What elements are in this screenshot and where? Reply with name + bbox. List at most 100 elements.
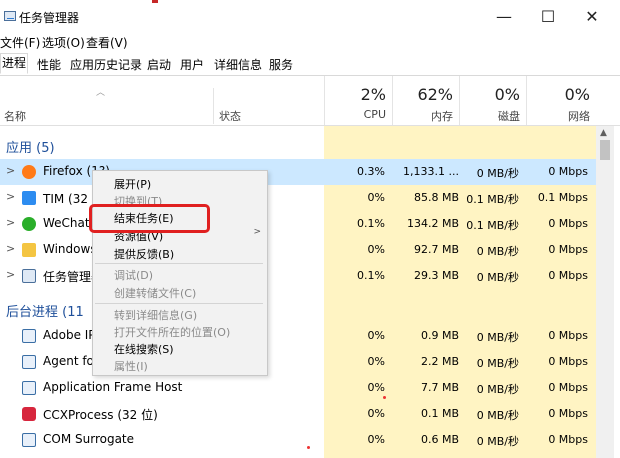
window-title: 任务管理器 xyxy=(19,11,80,25)
app-window-icon xyxy=(22,355,36,369)
red-dot xyxy=(383,396,386,399)
app-window-icon xyxy=(22,329,36,343)
table-row[interactable]: CCXProcess (32 位) 0% 0.1 MB 0 MB/秒 0 Mbp… xyxy=(0,401,596,427)
network-value: 0 Mbps xyxy=(548,355,588,368)
disk-value: 0 MB/秒 xyxy=(476,357,519,370)
network-value: 0 Mbps xyxy=(548,433,588,446)
table-row[interactable]: Agent fo 0% 2.2 MB 0 MB/秒 0 Mbps xyxy=(0,349,596,375)
task-manager-icon xyxy=(4,11,16,21)
menu-item-feedback[interactable]: 提供反馈(B) xyxy=(114,246,174,262)
disk-value: 0 MB/秒 xyxy=(476,331,519,344)
network-value: 0.1 Mbps xyxy=(537,191,588,204)
header-divider xyxy=(213,88,214,124)
menu-item-search-online[interactable]: 在线搜索(S) xyxy=(114,341,174,357)
scroll-thumb[interactable] xyxy=(600,140,610,160)
cpu-value: 0% xyxy=(367,381,385,394)
header-name[interactable]: 名称 xyxy=(4,108,26,124)
tab-details[interactable]: 详细信息 xyxy=(214,56,262,73)
app-window-icon xyxy=(22,381,36,395)
disk-value: 0.1 MB/秒 xyxy=(466,219,519,232)
expand-chevron-icon[interactable]: > xyxy=(6,216,15,229)
table-row[interactable]: > 任务管理器 0.1% 29.3 MB 0 MB/秒 0 Mbps xyxy=(0,263,596,289)
menu-file[interactable]: 文件(F) xyxy=(0,34,40,51)
disk-value: 0 MB/秒 xyxy=(476,167,519,180)
tab-users[interactable]: 用户 xyxy=(180,56,204,73)
network-value: 0 Mbps xyxy=(548,381,588,394)
tim-icon xyxy=(22,191,36,205)
vertical-scrollbar[interactable]: ▲ xyxy=(596,126,614,458)
menu-item-open-file-location[interactable]: 打开文件所在的位置(O) xyxy=(114,324,230,340)
wechat-icon xyxy=(22,217,36,231)
cpu-value: 0% xyxy=(367,329,385,342)
header-cpu[interactable]: 2% CPU xyxy=(324,76,392,125)
menu-divider xyxy=(95,303,263,304)
tab-processes[interactable]: 进程 xyxy=(0,53,29,74)
scroll-up-icon[interactable]: ▲ xyxy=(600,128,607,138)
taskmanager-icon xyxy=(22,269,36,283)
memory-value: 2.2 MB xyxy=(420,355,459,368)
cpu-value: 0% xyxy=(367,355,385,368)
menu-item-go-to-details[interactable]: 转到详细信息(G) xyxy=(114,307,197,323)
header-status[interactable]: 状态 xyxy=(219,108,241,124)
memory-value: 1,133.1 ... xyxy=(403,165,459,178)
cpu-value: 0.3% xyxy=(357,165,385,178)
tab-services[interactable]: 服务 xyxy=(269,56,293,73)
table-row[interactable]: > Windows 0% 92.7 MB 0 MB/秒 0 Mbps xyxy=(0,237,596,263)
menu-item-debug[interactable]: 调试(D) xyxy=(114,267,153,283)
table-row[interactable]: COM Surrogate 0% 0.6 MB 0 MB/秒 0 Mbps xyxy=(0,427,596,453)
title-bar: 任务管理器 — ☐ ✕ xyxy=(0,0,620,33)
menu-options[interactable]: 选项(O) xyxy=(42,34,85,51)
cpu-value: 0.1% xyxy=(357,269,385,282)
menu-item-expand[interactable]: 展开(P) xyxy=(114,176,151,192)
group-apps[interactable]: 应用 (5) xyxy=(6,137,55,156)
memory-label: 内存 xyxy=(431,110,453,123)
menu-view[interactable]: 查看(V) xyxy=(86,34,128,51)
header-disk[interactable]: 0% 磁盘 xyxy=(459,76,526,125)
header-network[interactable]: 0% 网络 xyxy=(526,76,596,125)
maximize-button[interactable]: ☐ xyxy=(528,4,568,30)
memory-percent: 62% xyxy=(417,85,453,104)
disk-value: 0 MB/秒 xyxy=(476,409,519,422)
app-window-icon xyxy=(22,433,36,447)
cpu-value: 0% xyxy=(367,243,385,256)
disk-value: 0 MB/秒 xyxy=(476,435,519,448)
network-label: 网络 xyxy=(568,110,590,123)
menu-bar: 文件(F) 选项(O) 查看(V) xyxy=(0,33,620,53)
table-row[interactable]: Application Frame Host 0% 7.7 MB 0 MB/秒 … xyxy=(0,375,596,401)
menu-item-create-dump[interactable]: 创建转储文件(C) xyxy=(114,285,196,301)
disk-percent: 0% xyxy=(494,85,520,104)
context-menu: 展开(P) 切换到(T) 结束任务(E) 资源值(V) > 提供反馈(B) 调试… xyxy=(92,170,268,376)
memory-value: 7.7 MB xyxy=(420,381,459,394)
submenu-chevron-icon: > xyxy=(253,227,261,237)
network-value: 0 Mbps xyxy=(548,407,588,420)
red-dot xyxy=(307,446,310,449)
minimize-button[interactable]: — xyxy=(484,4,524,30)
tab-app-history[interactable]: 应用历史记录 xyxy=(70,56,142,73)
table-row[interactable]: > Firefox (1?) 0.3% 1,133.1 ... 0 MB/秒 0… xyxy=(0,159,596,185)
process-name: Agent fo xyxy=(43,354,94,368)
process-name: Adobe IP xyxy=(43,328,96,342)
table-row[interactable]: Adobe IP 0% 0.9 MB 0 MB/秒 0 Mbps xyxy=(0,323,596,349)
cpu-label: CPU xyxy=(363,108,386,121)
menu-item-properties[interactable]: 属性(I) xyxy=(114,358,148,374)
expand-chevron-icon[interactable]: > xyxy=(6,268,15,281)
disk-value: 0 MB/秒 xyxy=(476,245,519,258)
folder-icon xyxy=(22,243,36,257)
memory-value: 134.2 MB xyxy=(406,217,459,230)
expand-chevron-icon[interactable]: > xyxy=(6,190,15,203)
expand-chevron-icon[interactable]: > xyxy=(6,242,15,255)
menu-divider xyxy=(95,263,263,264)
expand-chevron-icon[interactable]: > xyxy=(6,164,15,177)
close-button[interactable]: ✕ xyxy=(572,4,612,30)
tab-performance[interactable]: 性能 xyxy=(37,56,61,73)
memory-value: 0.6 MB xyxy=(420,433,459,446)
group-background[interactable]: 后台进程 (11 xyxy=(6,301,84,320)
header-memory[interactable]: 62% 内存 xyxy=(392,76,459,125)
memory-value: 29.3 MB xyxy=(413,269,459,282)
process-name: CCXProcess (32 位) xyxy=(43,408,158,422)
cpu-value: 0% xyxy=(367,191,385,204)
sort-chevron-icon[interactable]: ︿ xyxy=(96,85,105,98)
tab-startup[interactable]: 启动 xyxy=(147,56,171,73)
disk-label: 磁盘 xyxy=(498,110,520,123)
disk-value: 0.1 MB/秒 xyxy=(466,193,519,206)
